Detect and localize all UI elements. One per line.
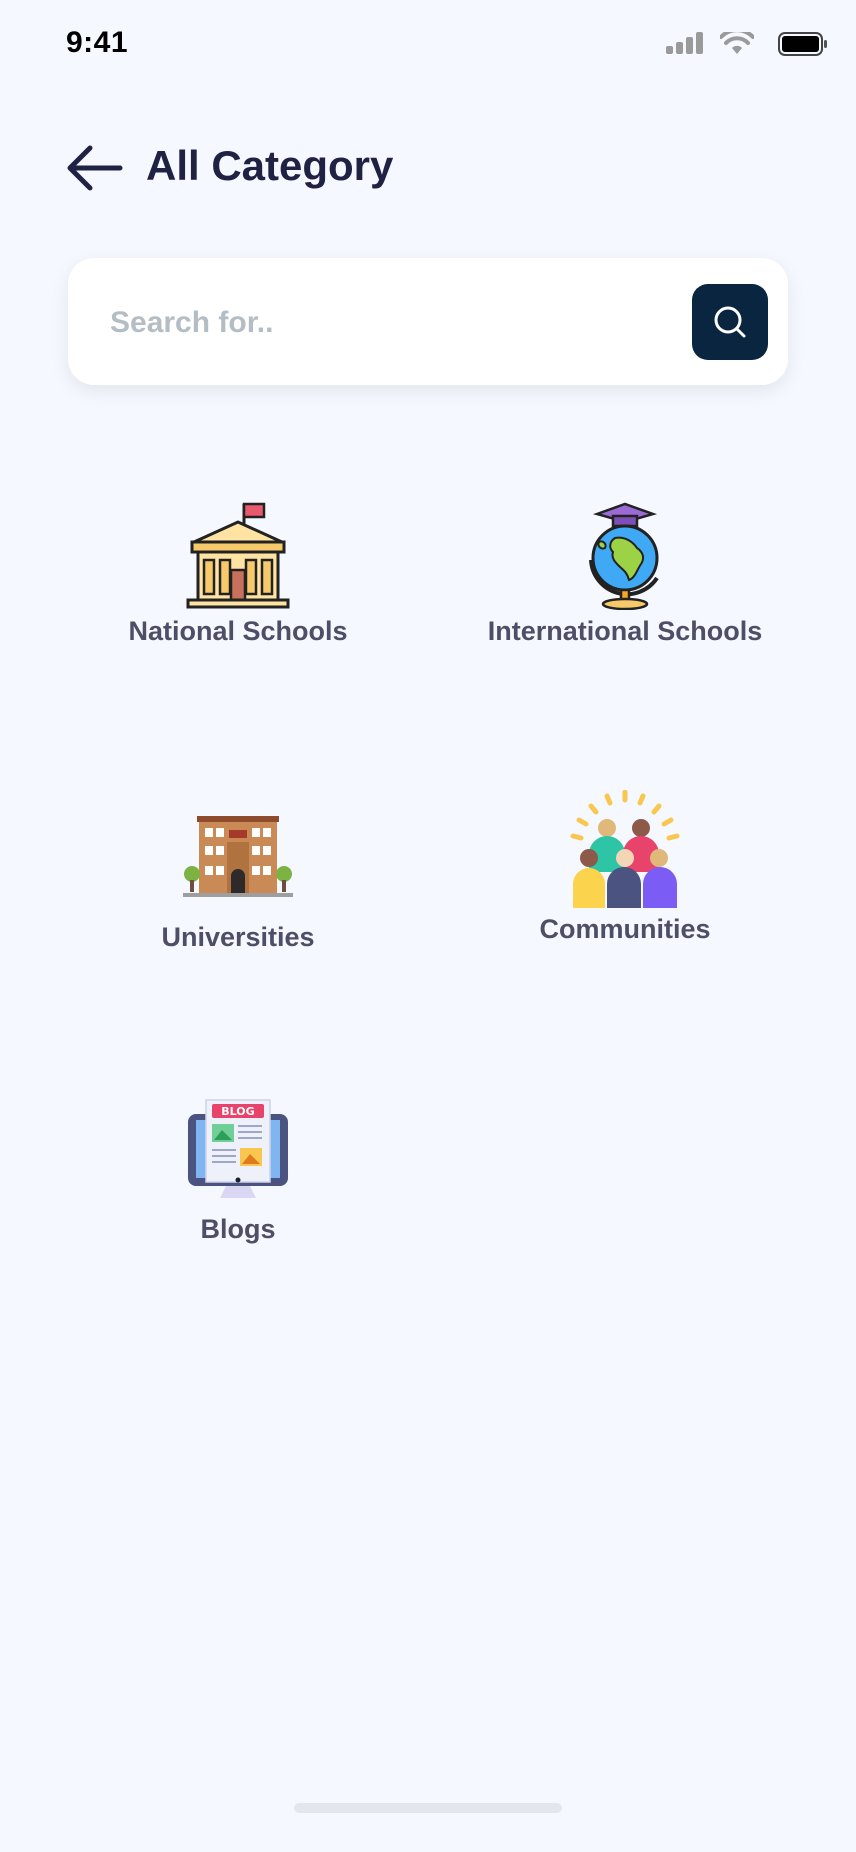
home-indicator[interactable] — [294, 1803, 562, 1813]
category-label: Communities — [539, 914, 711, 944]
category-international-schools[interactable]: International Schools — [455, 500, 795, 647]
blog-monitor-icon: BLOG — [188, 1099, 288, 1198]
header: All Category — [0, 130, 856, 210]
school-building-icon — [186, 502, 290, 609]
category-communities[interactable]: Communities — [455, 790, 795, 945]
back-button[interactable] — [64, 142, 126, 194]
category-label: Blogs — [200, 1214, 276, 1244]
page-title: All Category — [146, 142, 394, 189]
search-icon — [714, 306, 746, 338]
battery-icon — [778, 32, 827, 56]
category-label: National Schools — [128, 616, 348, 646]
signal-icon — [666, 32, 703, 54]
status-time: 9:41 — [66, 26, 129, 59]
globe-graduation-icon — [589, 502, 659, 610]
screen: 9:41 All Category Search for.. National … — [0, 0, 856, 1852]
category-label: Universities — [161, 922, 315, 952]
search-button[interactable] — [692, 284, 768, 360]
arrow-left-icon — [67, 145, 123, 191]
category-national-schools[interactable]: National Schools — [68, 500, 408, 647]
community-people-icon — [570, 790, 680, 908]
svg-text:BLOG: BLOG — [221, 1105, 254, 1118]
category-blogs[interactable]: BLOG Blogs — [68, 1098, 408, 1245]
search-input[interactable] — [108, 292, 652, 354]
category-label: International Schools — [487, 616, 763, 646]
university-building-icon — [183, 816, 293, 897]
wifi-icon — [720, 32, 754, 54]
status-bar: 9:41 — [0, 0, 856, 90]
search-box — [68, 258, 788, 385]
category-universities[interactable]: Universities — [68, 806, 408, 953]
